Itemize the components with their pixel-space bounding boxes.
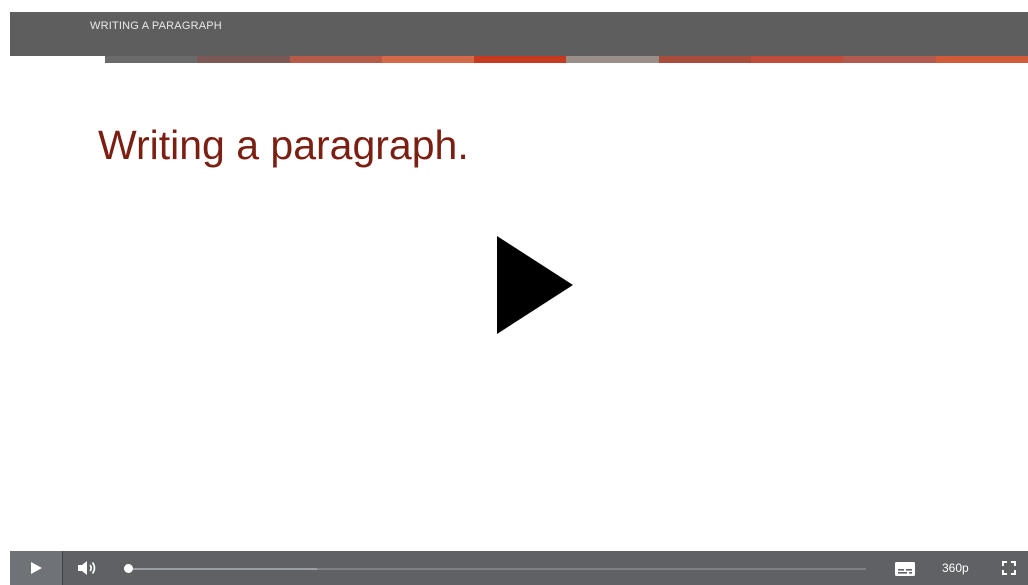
stripe-segment <box>105 56 198 63</box>
volume-button[interactable] <box>76 560 98 576</box>
header-color-stripe <box>105 56 1028 63</box>
stripe-segment <box>658 56 752 63</box>
play-icon <box>31 562 42 574</box>
stripe-segment <box>197 56 290 63</box>
play-icon <box>497 236 573 334</box>
volume-icon <box>78 561 96 575</box>
buffered-bar <box>124 568 317 570</box>
fullscreen-icon <box>1002 561 1016 575</box>
quality-selector[interactable]: 360p <box>942 561 969 575</box>
stripe-segment <box>751 56 844 63</box>
stripe-segment <box>843 56 936 63</box>
fullscreen-button[interactable] <box>1002 561 1016 575</box>
play-button[interactable] <box>10 551 63 585</box>
stripe-segment <box>474 56 567 63</box>
big-play-button[interactable] <box>497 236 573 334</box>
stripe-segment <box>935 56 1028 63</box>
slide-header-title: WRITING A PARAGRAPH <box>90 20 222 32</box>
progress-handle[interactable] <box>124 564 134 573</box>
progress-bar[interactable] <box>124 564 866 573</box>
captions-icon <box>895 562 915 576</box>
stripe-segment <box>381 56 475 63</box>
slide-header-bar <box>10 12 1028 56</box>
stripe-segment <box>289 56 382 63</box>
stripe-segment <box>566 56 659 63</box>
slide-title: Writing a paragraph. <box>98 122 469 168</box>
captions-button[interactable] <box>895 562 915 576</box>
video-control-bar: 360p <box>10 551 1028 585</box>
